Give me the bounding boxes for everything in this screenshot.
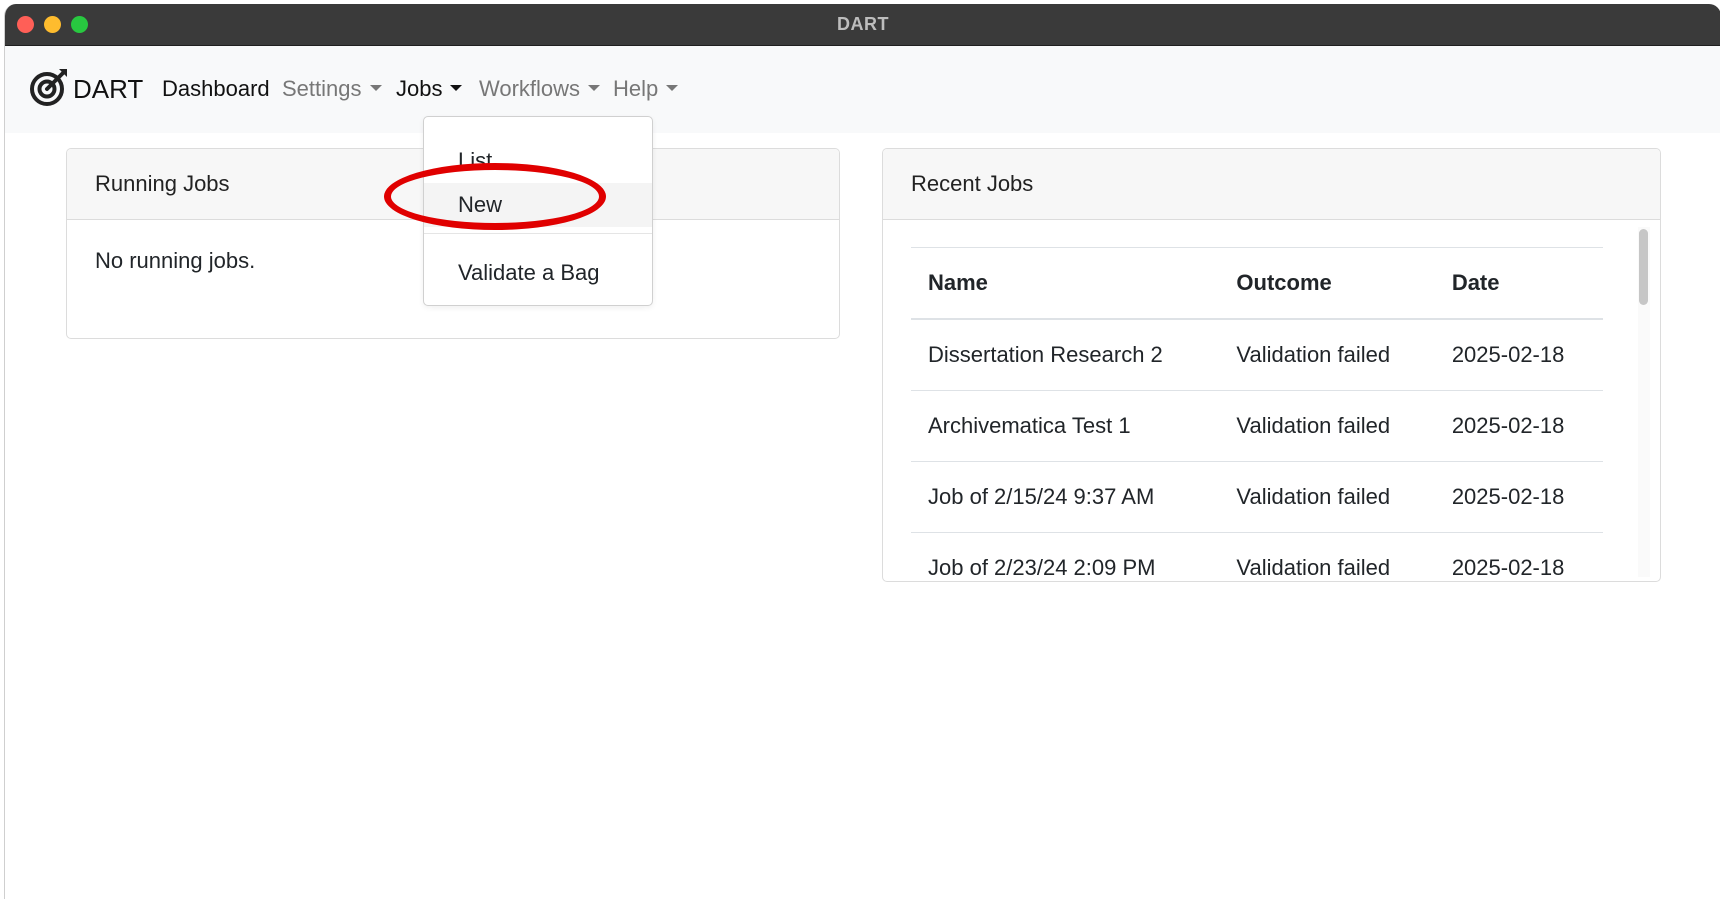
job-outcome-cell: Validation failed — [1219, 390, 1435, 462]
job-name-cell[interactable]: Job of 2/23/24 2:09 PM — [911, 532, 1220, 581]
table-row[interactable]: Archivematica Test 1 Validation failed 2… — [911, 390, 1603, 462]
job-date-cell: 2025-02-18 — [1434, 390, 1603, 462]
caret-down-icon — [369, 85, 382, 92]
column-header-date[interactable]: Date — [1434, 247, 1603, 320]
table-row[interactable]: Dissertation Research 2 Validation faile… — [911, 318, 1603, 391]
scrollbar-thumb[interactable] — [1639, 229, 1648, 305]
nav-settings-label: Settings — [282, 76, 362, 101]
recent-jobs-card: Recent Jobs Name Outcome Date Dissertati… — [882, 148, 1661, 582]
job-name-cell[interactable]: Job of 2/15/24 9:37 AM — [911, 461, 1220, 533]
brand[interactable]: DART — [29, 68, 143, 110]
menu-divider — [424, 233, 652, 234]
window-title: DART — [837, 14, 889, 34]
nav-workflows-label: Workflows — [479, 76, 581, 101]
title-bar: DART — [5, 4, 1720, 46]
brand-name: DART — [73, 73, 144, 104]
target-logo-icon — [29, 67, 69, 112]
nav-workflows-dropdown[interactable]: Workflows — [479, 76, 601, 102]
column-header-name[interactable]: Name — [911, 247, 1220, 320]
navbar: DART Dashboard Settings Jobs Workflows H… — [5, 46, 1720, 133]
nav-dashboard[interactable]: Dashboard — [162, 76, 270, 102]
table-header-row: Name Outcome Date — [911, 247, 1603, 320]
caret-down-icon — [588, 85, 601, 92]
caret-down-icon — [666, 85, 679, 92]
job-outcome-cell: Validation failed — [1219, 461, 1435, 533]
recent-jobs-title: Recent Jobs — [883, 149, 1660, 220]
job-date-cell: 2025-02-18 — [1434, 461, 1603, 533]
job-name-cell[interactable]: Archivematica Test 1 — [911, 390, 1220, 462]
recent-jobs-table: Name Outcome Date Dissertation Research … — [911, 247, 1603, 581]
column-header-outcome[interactable]: Outcome — [1219, 247, 1435, 320]
nav-help-dropdown[interactable]: Help — [613, 76, 679, 102]
highlight-circle-annotation — [384, 163, 606, 230]
nav-settings-dropdown[interactable]: Settings — [282, 76, 382, 102]
job-outcome-cell: Validation failed — [1219, 318, 1435, 391]
no-running-jobs-text: No running jobs. — [95, 248, 256, 273]
menu-item-validate-bag[interactable]: Validate a Bag — [424, 251, 652, 295]
table-row[interactable]: Job of 2/23/24 2:09 PM Validation failed… — [911, 532, 1603, 581]
caret-down-icon — [450, 85, 463, 92]
nav-help-label: Help — [613, 76, 659, 101]
nav-jobs-dropdown[interactable]: Jobs — [396, 76, 463, 102]
job-name-cell[interactable]: Dissertation Research 2 — [911, 318, 1220, 391]
job-date-cell: 2025-02-18 — [1434, 318, 1603, 391]
job-date-cell: 2025-02-18 — [1434, 532, 1603, 581]
nav-jobs-label: Jobs — [396, 76, 443, 101]
job-outcome-cell: Validation failed — [1219, 532, 1435, 581]
table-row[interactable]: Job of 2/15/24 9:37 AM Validation failed… — [911, 461, 1603, 533]
recent-jobs-body[interactable]: Name Outcome Date Dissertation Research … — [883, 247, 1660, 581]
